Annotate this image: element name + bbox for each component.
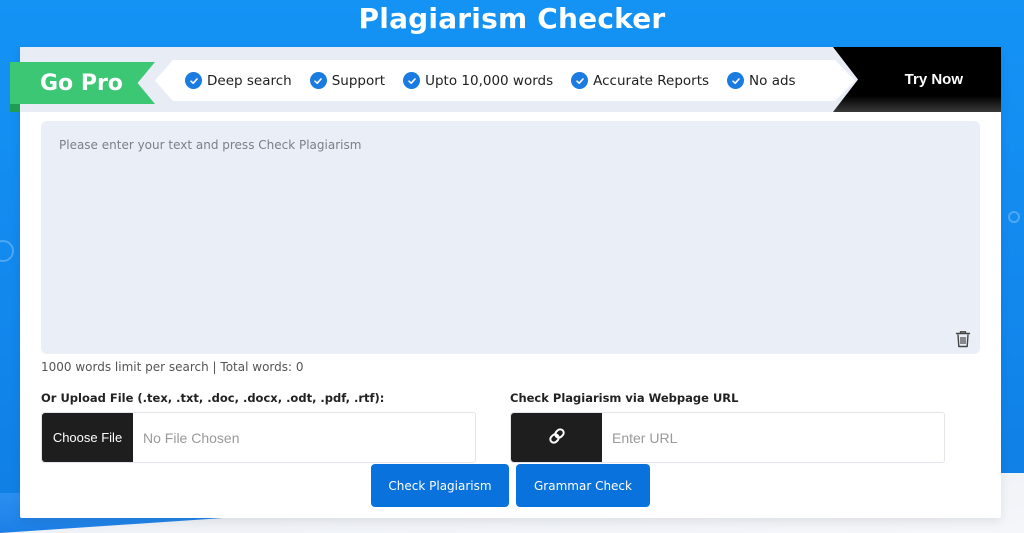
promo-banner: Deep search Support Upto 10,000 words Ac… [20, 47, 1001, 112]
url-check-label: Check Plagiarism via Webpage URL [510, 391, 739, 405]
checker-card: Deep search Support Upto 10,000 words Ac… [10, 47, 1001, 518]
url-field [510, 412, 945, 463]
word-count-info: 1000 words limit per search | Total word… [41, 360, 304, 374]
page-title: Plagiarism Checker [358, 2, 666, 35]
upload-label: Or Upload File (.tex, .txt, .doc, .docx,… [41, 391, 385, 405]
check-circle-icon [571, 72, 589, 89]
url-input[interactable] [602, 413, 944, 462]
check-circle-icon [309, 72, 327, 89]
feature-label: Deep search [207, 72, 292, 89]
link-icon [546, 425, 568, 451]
file-status-text: No File Chosen [143, 429, 240, 446]
promo-features-list: Deep search Support Upto 10,000 words Ac… [155, 60, 855, 101]
feature-accurate-reports: Accurate Reports [571, 72, 709, 89]
feature-deep-search: Deep search [185, 72, 292, 89]
feature-support: Support [309, 72, 386, 89]
trash-icon[interactable] [955, 330, 971, 348]
check-plagiarism-button[interactable]: Check Plagiarism [371, 464, 509, 507]
decorative-circle-right [1008, 211, 1020, 223]
feature-label: No ads [749, 72, 796, 89]
feature-no-ads: No ads [727, 72, 796, 89]
decorative-circle-left [0, 240, 14, 262]
check-circle-icon [403, 72, 421, 89]
feature-label: Upto 10,000 words [425, 72, 554, 89]
feature-label: Support [331, 72, 386, 89]
check-circle-icon [727, 72, 745, 89]
check-circle-icon [185, 72, 202, 89]
go-pro-ribbon-fold [10, 104, 20, 112]
go-pro-label: Go Pro [40, 70, 123, 96]
text-input[interactable] [41, 121, 980, 354]
choose-file-button[interactable]: Choose File [42, 413, 133, 462]
go-pro-ribbon[interactable]: Go Pro [10, 62, 155, 104]
text-input-area [41, 121, 980, 354]
file-upload-field: Choose File No File Chosen [41, 412, 476, 463]
grammar-check-button[interactable]: Grammar Check [516, 464, 650, 507]
feature-word-limit: Upto 10,000 words [403, 72, 553, 89]
try-now-button[interactable]: Try Now [833, 47, 1001, 112]
feature-label: Accurate Reports [593, 72, 710, 89]
link-icon-box [511, 413, 602, 462]
